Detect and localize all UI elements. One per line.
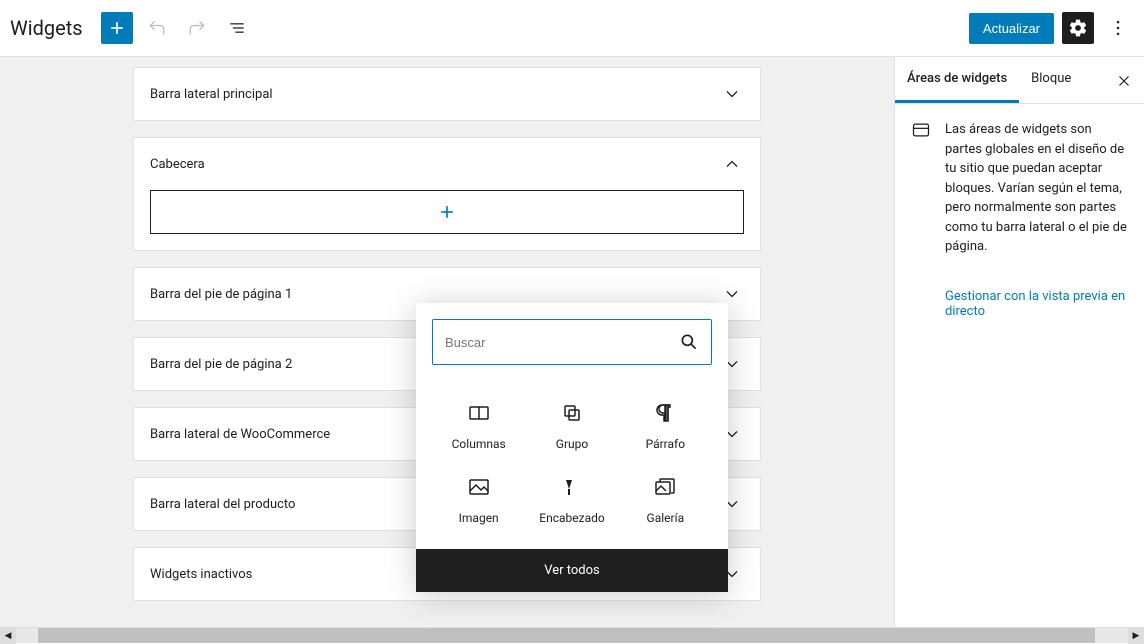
block-option-image[interactable]: Imagen (432, 463, 525, 537)
widget-area-title: Cabecera (150, 157, 205, 172)
block-option-label: Columnas (452, 437, 506, 451)
block-inserter-popover: Columnas Grupo Párrafo Imagen Encabezado (416, 303, 728, 592)
paragraph-icon (653, 401, 677, 425)
gallery-icon (653, 475, 677, 499)
image-icon (467, 475, 491, 499)
inserter-search-wrap (416, 303, 728, 381)
redo-button[interactable] (181, 12, 213, 44)
block-option-group[interactable]: Grupo (525, 389, 618, 463)
view-all-button[interactable]: Ver todos (416, 549, 728, 592)
widget-area-header[interactable]: Cabecera (134, 138, 760, 190)
widget-area-title: Barra lateral principal (150, 87, 273, 102)
scroll-track[interactable] (16, 628, 1128, 643)
more-options-button[interactable] (1102, 12, 1134, 44)
sidebar-tabs: Áreas de widgets Bloque (895, 57, 1144, 104)
scroll-right-arrow[interactable]: ▶ (1128, 628, 1144, 644)
undo-button[interactable] (141, 12, 173, 44)
toolbar-left: Widgets (10, 12, 253, 44)
sidebar-content: Las áreas de widgets son partes globales… (895, 104, 1144, 273)
redo-icon (187, 18, 207, 38)
group-icon (560, 401, 584, 425)
widget-area-title: Barra del pie de página 1 (150, 287, 292, 302)
settings-button[interactable] (1062, 12, 1094, 44)
block-option-gallery[interactable]: Galería (619, 463, 712, 537)
gear-icon (1068, 18, 1088, 38)
widget-area-body (134, 190, 760, 250)
tab-widget-areas[interactable]: Áreas de widgets (895, 57, 1019, 103)
block-option-heading[interactable]: Encabezado (525, 463, 618, 537)
widget-area-title: Widgets inactivos (150, 567, 252, 582)
manage-live-preview-link[interactable]: Gestionar con la vista previa en directo (895, 289, 1144, 319)
block-option-label: Grupo (556, 437, 588, 451)
block-option-label: Imagen (459, 511, 499, 525)
sidebar-description: Las áreas de widgets son partes globales… (945, 120, 1128, 257)
block-option-label: Encabezado (539, 511, 604, 525)
scroll-thumb[interactable] (38, 628, 1094, 643)
block-option-label: Párrafo (646, 437, 685, 451)
add-block-inline-button[interactable] (150, 190, 744, 234)
widget-area-title: Barra lateral de WooCommerce (150, 427, 330, 442)
settings-sidebar: Áreas de widgets Bloque Las áreas de wid… (894, 57, 1144, 643)
scroll-left-arrow[interactable]: ◀ (0, 628, 16, 644)
page-title: Widgets (10, 16, 83, 40)
more-vertical-icon (1108, 18, 1128, 38)
list-view-button[interactable] (221, 12, 253, 44)
widget-area-title: Barra del pie de página 2 (150, 357, 292, 372)
toolbar-right: Actualizar (969, 12, 1134, 44)
update-button[interactable]: Actualizar (969, 13, 1054, 44)
undo-icon (147, 18, 167, 38)
add-block-button[interactable] (101, 12, 133, 44)
chevron-down-icon (720, 82, 744, 106)
block-option-columns[interactable]: Columnas (432, 389, 525, 463)
search-box (432, 319, 712, 365)
block-option-paragraph[interactable]: Párrafo (619, 389, 712, 463)
editor-canvas: Barra lateral principal Cabecera Barra (0, 57, 894, 643)
plus-icon (107, 18, 127, 38)
widget-area: Cabecera (133, 137, 761, 251)
heading-icon (560, 475, 584, 499)
widget-area-header[interactable]: Barra lateral principal (134, 68, 760, 120)
plus-icon (437, 202, 457, 222)
inserter-grid: Columnas Grupo Párrafo Imagen Encabezado (416, 381, 728, 549)
search-input[interactable] (445, 335, 679, 350)
search-icon (679, 332, 699, 352)
layout-icon (911, 120, 931, 140)
top-toolbar: Widgets Actualizar (0, 0, 1144, 57)
horizontal-scrollbar[interactable]: ◀ ▶ (0, 627, 1144, 643)
close-sidebar-button[interactable] (1112, 69, 1136, 93)
tab-block[interactable]: Bloque (1019, 57, 1083, 103)
widget-area-title: Barra lateral del producto (150, 497, 295, 512)
main-layout: Barra lateral principal Cabecera Barra (0, 57, 1144, 643)
widget-area: Barra lateral principal (133, 67, 761, 121)
list-view-icon (227, 18, 247, 38)
chevron-up-icon (720, 152, 744, 176)
columns-icon (467, 401, 491, 425)
close-icon (1115, 72, 1133, 90)
block-option-label: Galería (647, 511, 685, 525)
